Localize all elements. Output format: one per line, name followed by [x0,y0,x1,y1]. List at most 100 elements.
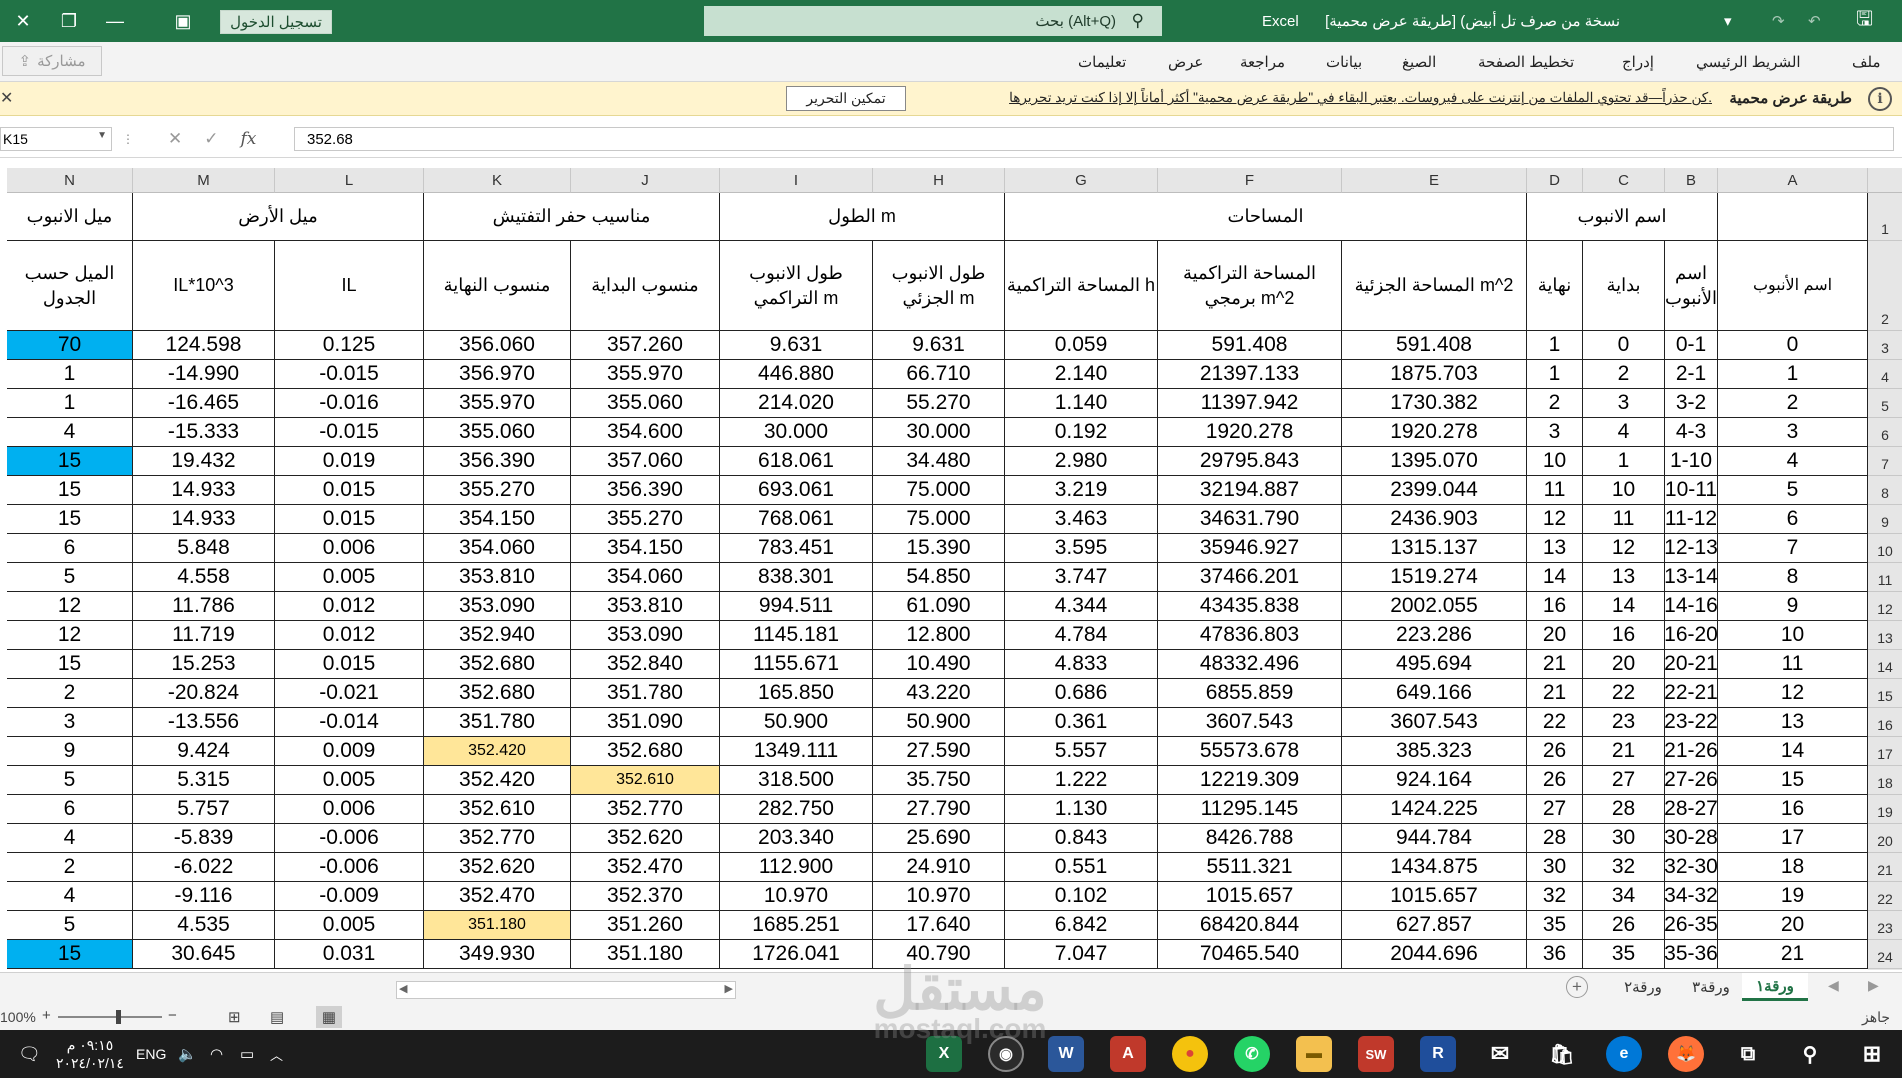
header-cell-a1[interactable] [1718,193,1868,241]
header-cell-a2[interactable]: اسم الأنبوب [1718,241,1868,331]
column-header-n[interactable]: N [7,168,133,193]
cell-n22[interactable]: 4 [7,882,133,911]
cell-d7[interactable]: 10 [1527,447,1583,476]
cell-a5[interactable]: 2 [1718,389,1868,418]
cell-e13[interactable]: 223.286 [1342,621,1527,650]
sheet-prev-icon[interactable]: ◀ [1828,977,1839,994]
row-header-5[interactable]: 5 [1868,389,1902,418]
header-cell-c2[interactable]: بداية [1583,241,1665,331]
clock[interactable]: ٠٩:١٥ م ٢٠٢٤/٠٢/١٤ [56,1030,124,1078]
cell-k20[interactable]: 352.770 [424,824,571,853]
cell-e17[interactable]: 385.323 [1342,737,1527,766]
task-view-icon[interactable]: ⧉ [1730,1036,1766,1072]
cell-a20[interactable]: 17 [1718,824,1868,853]
cell-m24[interactable]: 30.645 [133,940,275,969]
cell-f4[interactable]: 21397.133 [1158,360,1342,389]
close-message-icon[interactable]: ✕ [0,88,13,108]
cell-b23[interactable]: 26-35 [1665,911,1718,940]
cell-f24[interactable]: 70465.540 [1158,940,1342,969]
row-header-21[interactable]: 21 [1868,853,1902,882]
cell-a23[interactable]: 20 [1718,911,1868,940]
cell-n5[interactable]: 1 [7,389,133,418]
cell-e11[interactable]: 1519.274 [1342,563,1527,592]
row-header-15[interactable]: 15 [1868,679,1902,708]
cell-m18[interactable]: 5.315 [133,766,275,795]
cell-f3[interactable]: 591.408 [1158,331,1342,360]
column-header-i[interactable]: I [720,168,873,193]
cell-e6[interactable]: 1920.278 [1342,418,1527,447]
cell-b8[interactable]: 10-11 [1665,476,1718,505]
cell-f6[interactable]: 1920.278 [1158,418,1342,447]
cell-f9[interactable]: 34631.790 [1158,505,1342,534]
formula-input[interactable]: 352.68 [294,127,1894,151]
cell-c7[interactable]: 1 [1583,447,1665,476]
cell-f7[interactable]: 29795.843 [1158,447,1342,476]
column-header-a[interactable]: A [1718,168,1868,193]
cell-d5[interactable]: 2 [1527,389,1583,418]
cell-n12[interactable]: 12 [7,592,133,621]
cell-m5[interactable]: -16.465 [133,389,275,418]
cell-l22[interactable]: -0.009 [275,882,424,911]
cell-e9[interactable]: 2436.903 [1342,505,1527,534]
cell-f12[interactable]: 43435.838 [1158,592,1342,621]
cell-n4[interactable]: 1 [7,360,133,389]
cell-k9[interactable]: 354.150 [424,505,571,534]
cell-a3[interactable]: 0 [1718,331,1868,360]
cell-c3[interactable]: 0 [1583,331,1665,360]
cell-j5[interactable]: 355.060 [571,389,720,418]
cell-b22[interactable]: 34-32 [1665,882,1718,911]
cell-b4[interactable]: 2-1 [1665,360,1718,389]
cell-n13[interactable]: 12 [7,621,133,650]
row-header-20[interactable]: 20 [1868,824,1902,853]
cell-e16[interactable]: 3607.543 [1342,708,1527,737]
cell-i19[interactable]: 282.750 [720,795,873,824]
cell-i11[interactable]: 838.301 [720,563,873,592]
cell-k21[interactable]: 352.620 [424,853,571,882]
cell-e22[interactable]: 1015.657 [1342,882,1527,911]
column-header-m[interactable]: M [133,168,275,193]
tab-page-layout[interactable]: تخطيط الصفحة [1478,42,1574,82]
cell-e20[interactable]: 944.784 [1342,824,1527,853]
cell-i17[interactable]: 1349.111 [720,737,873,766]
header-pipe-slope[interactable]: ميل الانبوب [7,193,133,241]
excel-taskbar-icon[interactable]: X [926,1036,962,1072]
cell-l3[interactable]: 0.125 [275,331,424,360]
mail-taskbar-icon[interactable]: ✉ [1482,1036,1518,1072]
cell-f17[interactable]: 55573.678 [1158,737,1342,766]
column-header-h[interactable]: H [873,168,1005,193]
cell-j24[interactable]: 351.180 [571,940,720,969]
row-header-6[interactable]: 6 [1868,418,1902,447]
header-cell-n2[interactable]: الميل حسب الجدول [7,241,133,331]
tab-data[interactable]: بيانات [1326,42,1362,82]
cell-j19[interactable]: 352.770 [571,795,720,824]
cell-e24[interactable]: 2044.696 [1342,940,1527,969]
cell-k17[interactable]: 352.420 [424,737,571,766]
cell-n7[interactable]: 15 [7,447,133,476]
cell-k23[interactable]: 351.180 [424,911,571,940]
row-header-9[interactable]: 9 [1868,505,1902,534]
cell-i22[interactable]: 10.970 [720,882,873,911]
cell-e3[interactable]: 591.408 [1342,331,1527,360]
cell-c13[interactable]: 16 [1583,621,1665,650]
cell-i4[interactable]: 446.880 [720,360,873,389]
header-cell-l2[interactable]: IL [275,241,424,331]
cell-a22[interactable]: 19 [1718,882,1868,911]
row-header-18[interactable]: 18 [1868,766,1902,795]
header-ground-slope[interactable]: ميل الأرض [133,193,424,241]
cell-j9[interactable]: 355.270 [571,505,720,534]
cell-e7[interactable]: 1395.070 [1342,447,1527,476]
cell-b3[interactable]: 0-1 [1665,331,1718,360]
cell-j3[interactable]: 357.260 [571,331,720,360]
header-cell-f2[interactable]: المساحة التراكمية برمجي m^2 [1158,241,1342,331]
tab-view[interactable]: عرض [1168,42,1203,82]
cell-m10[interactable]: 5.848 [133,534,275,563]
cell-b12[interactable]: 14-16 [1665,592,1718,621]
cell-h8[interactable]: 75.000 [873,476,1005,505]
row-header-11[interactable]: 11 [1868,563,1902,592]
cell-l10[interactable]: 0.006 [275,534,424,563]
cell-i13[interactable]: 1145.181 [720,621,873,650]
column-header-e[interactable]: E [1342,168,1527,193]
redo-icon[interactable]: ↷ [1772,0,1785,42]
cell-e23[interactable]: 627.857 [1342,911,1527,940]
search-input[interactable]: بحث (Alt+Q) ⚲ [704,6,1162,36]
